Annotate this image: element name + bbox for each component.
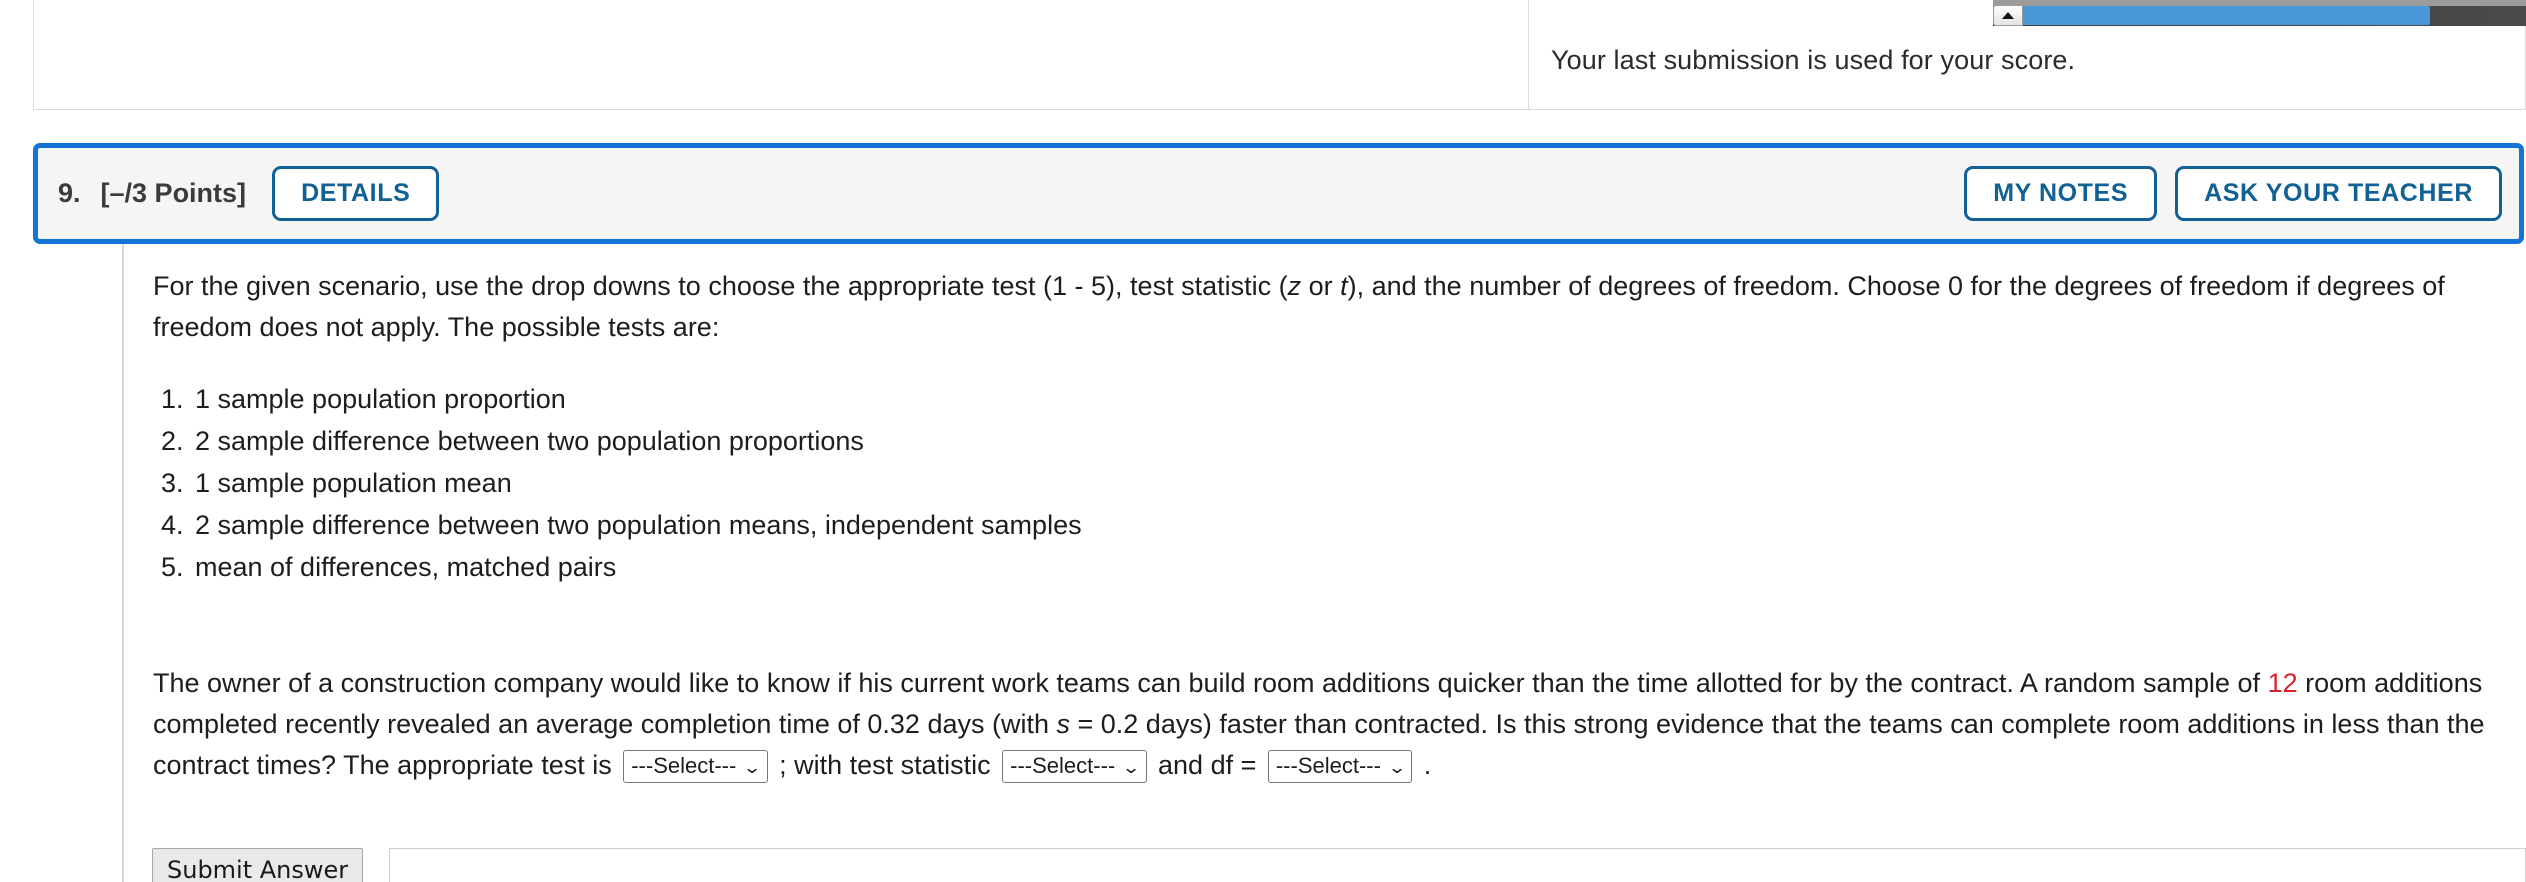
- details-button[interactable]: DETAILS: [272, 166, 440, 221]
- submission-note: Your last submission is used for your sc…: [1551, 45, 2076, 75]
- scenario-text-part1: The owner of a construction company woul…: [153, 668, 2268, 698]
- instructions-paragraph: For the given scenario, use the drop dow…: [153, 266, 2498, 348]
- header-actions: MY NOTES ASK YOUR TEACHER: [1964, 166, 2502, 221]
- scenario-text-part4: ; with test statistic: [771, 750, 999, 780]
- list-item: 1 sample population mean: [191, 462, 2526, 504]
- test-type-select[interactable]: ---Select--- ⌄: [623, 750, 768, 784]
- question-header: 9. [–/3 Points] DETAILS MY NOTES ASK YOU…: [33, 143, 2524, 244]
- list-item: mean of differences, matched pairs: [191, 546, 2526, 588]
- question-number: 9.: [58, 178, 81, 208]
- my-notes-button[interactable]: MY NOTES: [1964, 166, 2158, 221]
- assignment-page: Your last submission is used for your sc…: [0, 0, 2526, 882]
- chevron-down-icon: ⌄: [1387, 758, 1407, 777]
- statistic-t-symbol: t: [1340, 271, 1348, 301]
- list-item: 2 sample difference between two populati…: [191, 420, 2526, 462]
- instructions-text-part1: For the given scenario, use the drop dow…: [153, 271, 1288, 301]
- statistic-z-symbol: z: [1287, 271, 1302, 301]
- degrees-of-freedom-select[interactable]: ---Select--- ⌄: [1267, 750, 1413, 784]
- test-statistic-select[interactable]: ---Select--- ⌄: [1002, 750, 1147, 784]
- std-dev-symbol: s: [1056, 709, 1071, 739]
- instructions-or: or: [1301, 271, 1341, 301]
- scenario-text-part6: .: [1416, 750, 1432, 780]
- scrollbar-thumb[interactable]: [1993, 6, 2430, 25]
- degrees-of-freedom-select-value: ---Select---: [1275, 753, 1381, 778]
- triangle-up-icon: [2002, 12, 2014, 19]
- test-type-select-value: ---Select---: [631, 753, 737, 778]
- ask-your-teacher-button[interactable]: ASK YOUR TEACHER: [2175, 166, 2502, 221]
- test-statistic-select-value: ---Select---: [1010, 753, 1116, 778]
- question-footer: Submit Answer: [152, 848, 2526, 882]
- possible-tests-list: 1 sample population proportion 2 sample …: [153, 378, 2526, 588]
- previous-question-left-cell: [34, 0, 1529, 109]
- chevron-down-icon: ⌄: [1121, 758, 1142, 777]
- scenario-paragraph: The owner of a construction company woul…: [153, 663, 2498, 786]
- sample-size-value: 12: [2267, 668, 2298, 698]
- answer-status-box: [389, 848, 2526, 882]
- list-item: 1 sample population proportion: [191, 378, 2526, 420]
- chevron-down-icon: ⌄: [742, 758, 763, 777]
- submit-answer-button[interactable]: Submit Answer: [152, 848, 364, 882]
- scenario-text-part5: and df =: [1150, 750, 1264, 780]
- question-points: [–/3 Points]: [100, 178, 247, 208]
- list-item: 2 sample difference between two populati…: [191, 504, 2526, 546]
- question-body: For the given scenario, use the drop dow…: [122, 244, 2526, 882]
- scroll-up-button[interactable]: [1993, 5, 2023, 26]
